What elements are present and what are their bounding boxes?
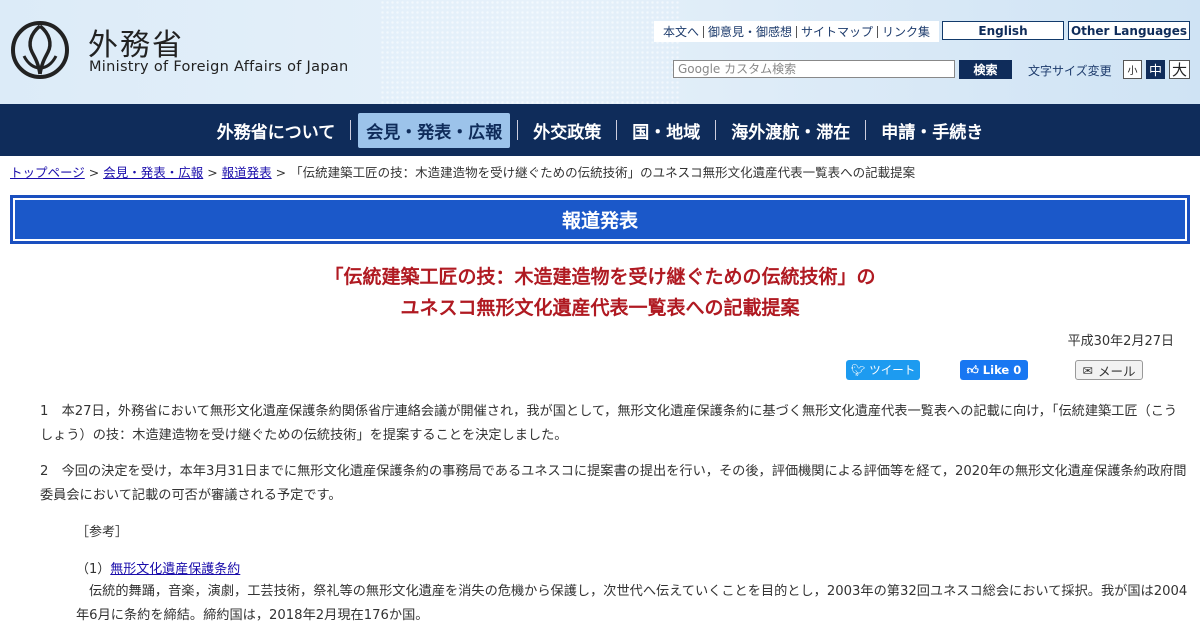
nav-item-policy[interactable]: 外交政策 [525,113,609,148]
article-paragraph-1: 1 本27日，外務省において無形文化遺産保護条約関係省庁連絡会議が開催され，我が… [40,404,1178,443]
breadcrumb-separator: > [88,165,104,180]
reference-heading: ［参考］ [76,525,129,540]
convention-link[interactable]: 無形文化遺産保護条約 [110,562,240,577]
section-title: 報道発表 [561,210,638,232]
site-header: 外務省 Ministry of Foreign Affairs of Japan… [0,0,1200,104]
section-banner: 報道発表 [10,195,1190,244]
envelope-icon: ✉︎ [1082,362,1093,378]
nav-item-travel[interactable]: 海外渡航・滞在 [723,113,858,148]
font-size-small-button[interactable]: 小 [1123,60,1142,79]
like-label: Like 0 [982,363,1022,377]
breadcrumb-link-top[interactable]: トップページ [10,165,85,180]
article-title-line1: 「伝統建築工匠の技：木造建造物を受け継ぐための伝統技術」の [324,266,876,288]
breadcrumb: トップページ > 会見・発表・広報 > 報道発表 > 「伝統建築工匠の技：木造建… [10,162,915,181]
font-size-label: 文字サイズ変更 [1028,64,1112,78]
font-size-medium-button[interactable]: 中 [1146,60,1165,79]
divider [350,120,352,140]
breadcrumb-separator: > [207,165,222,180]
nav-item-about[interactable]: 外務省について [209,113,344,148]
article-paragraph-2: 2 今回の決定を受け，本年3月31日までに無形文化遺産保護条約の事務局であるユネ… [40,464,1187,503]
reference-item-1: （1）無形文化遺産保護条約 [76,558,240,577]
search-input[interactable]: Google カスタム検索 [673,60,955,78]
divider [715,120,717,140]
twitter-bird-icon: 🐦︎ [850,363,866,377]
english-button[interactable]: English [942,21,1064,40]
mail-share-button[interactable]: ✉︎ メール [1075,360,1143,380]
article-title-line2: ユネスコ無形文化遺産代表一覧表への記載提案 [400,297,800,319]
divider [865,120,867,140]
util-link-feedback[interactable]: 御意見・御感想 [704,23,796,40]
nav-item-countries[interactable]: 国・地域 [624,113,708,148]
mofa-emblem-icon[interactable] [10,20,70,80]
mail-label: メール [1097,363,1136,379]
tweet-label: ツイート [869,363,916,377]
world-map-decoration [380,0,680,104]
font-size-large-button[interactable]: 大 [1169,60,1190,79]
breadcrumb-separator: > [275,165,291,180]
article-title: 「伝統建築工匠の技：木造建造物を受け継ぐための伝統技術」の ユネスコ無形文化遺産… [0,262,1200,324]
utility-links: 本文へ 御意見・御感想 サイトマップ リンク集 [654,21,940,42]
main-nav: 外務省について 会見・発表・広報 外交政策 国・地域 海外渡航・滞在 申請・手続… [0,104,1200,156]
breadcrumb-link-press[interactable]: 会見・発表・広報 [103,165,203,180]
other-languages-button[interactable]: Other Languages [1068,21,1190,40]
divider [517,120,519,140]
breadcrumb-link-releases[interactable]: 報道発表 [222,165,272,180]
divider [616,120,618,140]
site-name-ja[interactable]: 外務省 [88,20,184,64]
search-button[interactable]: 検索 [959,60,1012,79]
breadcrumb-current: 「伝統建築工匠の技：木造建造物を受け継ぐための伝統技術」のユネスコ無形文化遺産代… [290,165,916,180]
tweet-button[interactable]: 🐦︎ ツイート [846,360,920,380]
nav-item-press[interactable]: 会見・発表・広報 [358,112,511,148]
util-link-skip-to-content[interactable]: 本文へ [659,23,703,40]
publish-date: 平成30年2月27日 [1067,334,1174,349]
reference-item-1-description: 伝統的舞踊，音楽，演劇，工芸技術，祭礼等の無形文化遺産を消失の危機から保護し，次… [76,584,1188,623]
nav-item-procedures[interactable]: 申請・手続き [873,113,991,148]
reference-item-number: （1） [76,562,111,577]
util-link-links[interactable]: リンク集 [878,23,934,40]
util-link-sitemap[interactable]: サイトマップ [797,23,877,40]
facebook-like-button[interactable]: 👍︎ Like 0 [960,360,1028,380]
thumbs-up-icon: 👍︎ [966,362,979,377]
site-name-en[interactable]: Ministry of Foreign Affairs of Japan [89,59,349,75]
